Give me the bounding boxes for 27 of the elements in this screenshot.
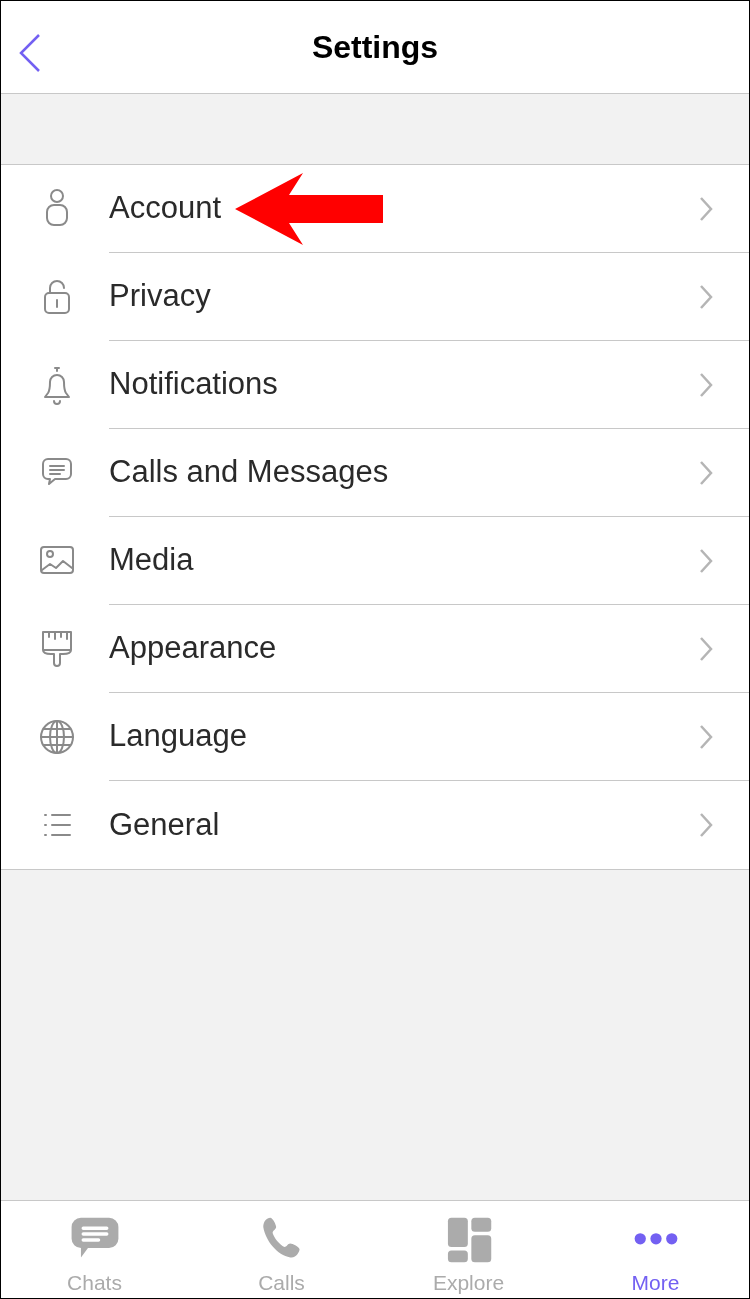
page-title: Settings [311, 28, 439, 67]
settings-row[interactable]: General [1, 781, 749, 869]
settings-row[interactable]: Account [1, 165, 749, 253]
settings-row[interactable]: Media [1, 517, 749, 605]
chevron-icon [699, 283, 713, 310]
chevron-icon [699, 371, 713, 398]
chevron-icon [699, 723, 713, 750]
row-label: Account [109, 189, 221, 228]
arrow-icon [235, 172, 385, 245]
row-label: Calls and Messages [109, 453, 389, 492]
settings-row[interactable]: Calls and Messages [1, 429, 749, 517]
settings-row[interactable]: Language [1, 693, 749, 781]
row-label: Privacy [109, 277, 211, 316]
chevron-icon [699, 459, 713, 486]
settings-row[interactable]: Notifications [1, 341, 749, 429]
row-label: Media [109, 541, 194, 580]
row-label: Appearance [109, 629, 277, 668]
row-label: General [109, 805, 220, 844]
chevron-icon [699, 547, 713, 574]
tab[interactable]: More [562, 1201, 749, 1298]
settings-row[interactable]: Appearance [1, 605, 749, 693]
chevron-icon [699, 635, 713, 662]
settings-row[interactable]: Privacy [1, 253, 749, 341]
row-label: Language [109, 717, 247, 756]
chevron-icon [699, 812, 713, 838]
chevron-icon [699, 195, 713, 222]
row-label: Notifications [109, 365, 278, 404]
